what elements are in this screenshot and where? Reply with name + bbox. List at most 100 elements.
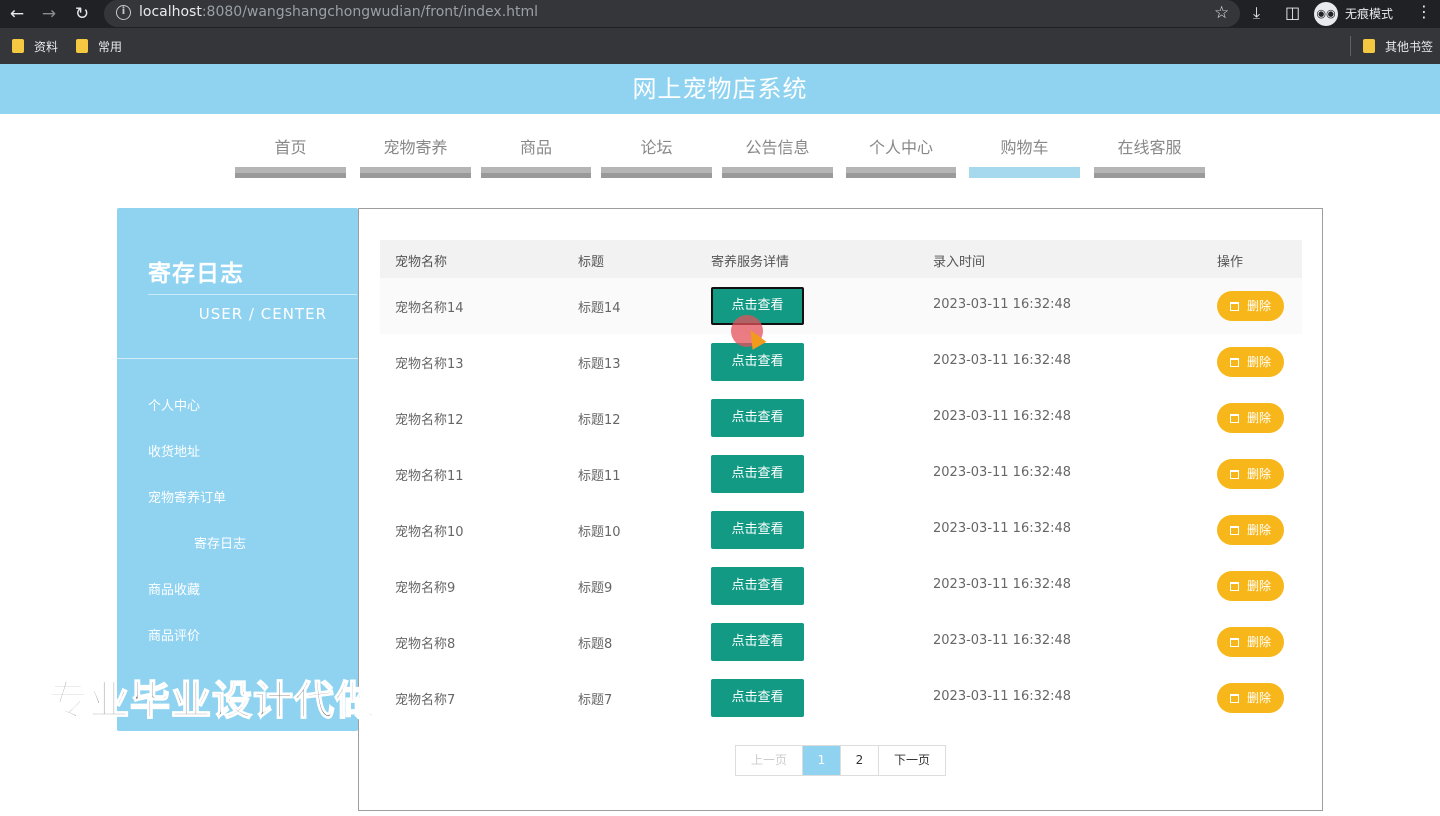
nav-underline: [969, 167, 1080, 178]
cell-pet-name: 宠物名称12: [395, 413, 464, 428]
nav-item-pet-boarding[interactable]: 宠物寄养: [360, 114, 471, 178]
cell-title: 标题7: [578, 693, 613, 708]
pagination: 上一页 1 2 下一页: [735, 745, 946, 776]
table-header: 宠物名称 标题 寄养服务详情 录入时间 操作: [380, 240, 1302, 278]
table-row: 宠物名称11 标题11 点击查看 2023-03-11 16:32:48 删除: [380, 446, 1302, 502]
cell-time: 2023-03-11 16:32:48: [933, 353, 1072, 368]
cell-pet-name: 宠物名称7: [395, 693, 456, 708]
sidebar-item-favorites[interactable]: 商品收藏: [148, 579, 200, 598]
trash-icon: [1229, 302, 1239, 311]
nav-item-home[interactable]: 首页: [235, 114, 346, 178]
view-details-button[interactable]: 点击查看: [711, 623, 804, 661]
browser-menu-icon[interactable]: ⋮: [1416, 2, 1432, 21]
download-icon[interactable]: ⤓: [1253, 3, 1260, 23]
reload-icon[interactable]: ↻: [71, 3, 93, 25]
nav-underline: [235, 167, 346, 178]
cell-time: 2023-03-11 16:32:48: [933, 521, 1072, 536]
cell-time: 2023-03-11 16:32:48: [933, 689, 1072, 704]
cell-title: 标题13: [578, 357, 621, 372]
prev-page-button[interactable]: 上一页: [736, 746, 803, 775]
delete-button[interactable]: 删除: [1217, 683, 1284, 713]
view-details-button[interactable]: 点击查看: [711, 455, 804, 493]
watermark-text: 专业毕业设计代做: [47, 677, 376, 725]
cell-time: 2023-03-11 16:32:48: [933, 633, 1072, 648]
trash-icon: [1229, 638, 1239, 647]
nav-item-announcements[interactable]: 公告信息: [722, 114, 833, 178]
folder-icon: [76, 39, 88, 53]
nav-underline: [601, 167, 712, 178]
column-header-pet-name: 宠物名称: [395, 255, 448, 270]
browser-toolbar: ← → ↻ i localhost:8080/wangshangchongwud…: [0, 0, 1440, 28]
cell-title: 标题10: [578, 525, 621, 540]
folder-icon: [12, 39, 24, 53]
sidebar-subtitle: USER / CENTER: [198, 305, 327, 323]
bookmark-folder-other[interactable]: 其他书签: [1363, 38, 1433, 54]
nav-underline: [1094, 167, 1205, 178]
view-details-button[interactable]: 点击查看: [711, 399, 804, 437]
table-row: 宠物名称7 标题7 点击查看 2023-03-11 16:32:48 删除: [380, 670, 1302, 726]
table-row: 宠物名称14 标题14 点击查看 2023-03-11 16:32:48 删除: [380, 278, 1302, 334]
table-row: 宠物名称8 标题8 点击查看 2023-03-11 16:32:48 删除: [380, 614, 1302, 670]
nav-item-forum[interactable]: 论坛: [601, 114, 712, 178]
nav-underline: [722, 167, 833, 178]
page-2-button[interactable]: 2: [841, 746, 879, 775]
cell-pet-name: 宠物名称10: [395, 525, 464, 540]
site-title: 网上宠物店系统: [632, 75, 808, 103]
table-row: 宠物名称9 标题9 点击查看 2023-03-11 16:32:48 删除: [380, 558, 1302, 614]
cell-time: 2023-03-11 16:32:48: [933, 577, 1072, 592]
nav-item-cart[interactable]: 购物车: [969, 114, 1080, 178]
content-panel: 宠物名称 标题 寄养服务详情 录入时间 操作 宠物名称14 标题14 点击查看 …: [358, 208, 1323, 811]
cell-pet-name: 宠物名称14: [395, 301, 464, 316]
trash-icon: [1229, 694, 1239, 703]
bookmark-star-icon[interactable]: ☆: [1214, 3, 1229, 23]
sidebar-item-reviews[interactable]: 商品评价: [148, 625, 200, 644]
back-arrow-icon[interactable]: ←: [6, 3, 28, 25]
cell-time: 2023-03-11 16:32:48: [933, 297, 1072, 312]
bookmark-folder-changyong[interactable]: 常用: [76, 38, 122, 54]
delete-button[interactable]: 删除: [1217, 571, 1284, 601]
trash-icon: [1229, 526, 1239, 535]
incognito-icon[interactable]: ◉◉: [1314, 2, 1338, 26]
view-details-button[interactable]: 点击查看: [711, 511, 804, 549]
trash-icon: [1229, 358, 1239, 367]
address-bar[interactable]: i localhost:8080/wangshangchongwudian/fr…: [104, 0, 1240, 27]
view-details-button[interactable]: 点击查看: [711, 567, 804, 605]
delete-button[interactable]: 删除: [1217, 403, 1284, 433]
nav-item-products[interactable]: 商品: [481, 114, 591, 178]
site-info-icon[interactable]: i: [116, 5, 131, 20]
delete-button[interactable]: 删除: [1217, 291, 1284, 321]
cell-pet-name: 宠物名称8: [395, 637, 456, 652]
nav-item-user-center[interactable]: 个人中心: [846, 114, 956, 178]
delete-button[interactable]: 删除: [1217, 515, 1284, 545]
bookmarks-divider: [1350, 36, 1351, 56]
url-text[interactable]: localhost:8080/wangshangchongwudian/fron…: [139, 4, 538, 20]
nav-item-customer-service[interactable]: 在线客服: [1094, 114, 1205, 178]
column-header-details: 寄养服务详情: [711, 255, 790, 270]
page-1-button[interactable]: 1: [803, 746, 841, 775]
sidebar-item-storage-log[interactable]: 寄存日志: [194, 533, 246, 552]
view-details-button[interactable]: 点击查看: [711, 343, 804, 381]
forward-arrow-icon[interactable]: →: [38, 3, 60, 25]
view-details-button[interactable]: 点击查看: [711, 679, 804, 717]
cell-title: 标题8: [578, 637, 613, 652]
delete-button[interactable]: 删除: [1217, 459, 1284, 489]
bookmark-folder-ziliao[interactable]: 资料: [12, 38, 58, 54]
column-header-title: 标题: [578, 255, 605, 270]
cell-title: 标题12: [578, 413, 621, 428]
table-row: 宠物名称10 标题10 点击查看 2023-03-11 16:32:48 删除: [380, 502, 1302, 558]
cell-time: 2023-03-11 16:32:48: [933, 465, 1072, 480]
delete-button[interactable]: 删除: [1217, 627, 1284, 657]
sidebar-item-boarding-orders[interactable]: 宠物寄养订单: [148, 487, 226, 506]
delete-button[interactable]: 删除: [1217, 347, 1284, 377]
sidebar-item-address[interactable]: 收货地址: [148, 441, 200, 460]
next-page-button[interactable]: 下一页: [879, 746, 945, 775]
sidebar-title: 寄存日志: [148, 261, 244, 287]
cell-pet-name: 宠物名称13: [395, 357, 464, 372]
side-panel-icon[interactable]: ◫: [1285, 3, 1300, 22]
cell-title: 标题11: [578, 469, 621, 484]
cell-title: 标题14: [578, 301, 621, 316]
trash-icon: [1229, 414, 1239, 423]
sidebar-item-user-center[interactable]: 个人中心: [148, 395, 200, 414]
cell-pet-name: 宠物名称11: [395, 469, 464, 484]
bookmarks-bar: 资料 常用 其他书签: [0, 28, 1440, 64]
